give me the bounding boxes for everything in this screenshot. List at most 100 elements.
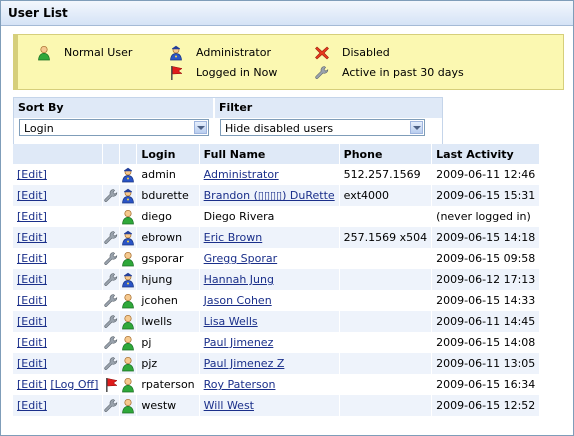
- table-row: [Edit] lwells Lisa Wells 2009-06-11 14:45: [13, 311, 541, 332]
- legend-logged-in-label: Logged in Now: [196, 66, 278, 79]
- edit-link[interactable]: [Edit]: [17, 210, 47, 223]
- row-full-name: Paul Jimenez Z: [199, 353, 340, 374]
- row-role-icon: [119, 227, 138, 248]
- log-off-link[interactable]: [Log Off]: [50, 378, 98, 391]
- wrench-icon: [104, 398, 118, 412]
- users-table: Login Full Name Phone Last Activity [Edi…: [13, 144, 541, 416]
- user-name-link[interactable]: Jason Cohen: [204, 294, 272, 307]
- row-actions: [Edit]: [13, 332, 104, 353]
- row-phone: [339, 395, 433, 416]
- row-role-icon: [119, 185, 138, 206]
- user-name-link[interactable]: Paul Jimenez: [204, 336, 274, 349]
- row-login: jcohen: [136, 290, 200, 311]
- user-name-link[interactable]: Brandon (▯▯▯▯) DuRette: [204, 189, 335, 202]
- sort-by-label: Sort By: [14, 98, 213, 118]
- row-actions: [Edit]: [13, 185, 104, 206]
- row-login: rpaterson: [136, 374, 200, 395]
- row-login: diego: [136, 206, 200, 227]
- normal-user-icon: [122, 293, 135, 308]
- table-row: [Edit] hjung Hannah Jung 2009-06-12 17:13: [13, 269, 541, 290]
- chevron-down-icon[interactable]: [410, 121, 423, 134]
- table-row: [Edit] jcohen Jason Cohen 2009-06-15 14:33: [13, 290, 541, 311]
- row-full-name: Eric Brown: [199, 227, 340, 248]
- user-name-link[interactable]: Hannah Jung: [204, 273, 274, 286]
- normal-user-icon: [122, 251, 135, 266]
- table-row: [Edit] [Log Off] rpaterson Roy Paterson 200…: [13, 374, 541, 395]
- row-role-icon: [119, 374, 138, 395]
- row-status-icon: [102, 206, 121, 227]
- row-phone: [339, 290, 433, 311]
- row-last-activity: 2009-06-15 12:52: [431, 395, 541, 416]
- row-last-activity: 2009-06-15 14:08: [431, 332, 541, 353]
- row-login: pjz: [136, 353, 200, 374]
- sort-filter-bar: Sort By Filter Login Hide disabled users: [13, 97, 443, 145]
- row-status-icon: [102, 290, 121, 311]
- admin-user-icon: [122, 272, 135, 287]
- row-role-icon: [119, 332, 138, 353]
- legend-disabled-label: Disabled: [342, 46, 390, 59]
- row-login: bdurette: [136, 185, 200, 206]
- row-phone: [339, 311, 433, 332]
- admin-user-icon: [168, 45, 184, 61]
- edit-link[interactable]: [Edit]: [17, 231, 47, 244]
- edit-link[interactable]: [Edit]: [17, 357, 47, 370]
- row-phone: [339, 248, 433, 269]
- table-row: [Edit] admin Administrator 512.257.1569 2009…: [13, 164, 541, 185]
- user-name-link[interactable]: Roy Paterson: [204, 378, 276, 391]
- user-name-link[interactable]: Gregg Sporar: [204, 252, 278, 265]
- legend-administrator-label: Administrator: [196, 46, 271, 59]
- row-full-name: Jason Cohen: [199, 290, 340, 311]
- row-full-name: Brandon (▯▯▯▯) DuRette: [199, 185, 340, 206]
- edit-link[interactable]: [Edit]: [17, 399, 47, 412]
- row-last-activity: 2009-06-15 15:31: [431, 185, 541, 206]
- row-phone: [339, 332, 433, 353]
- admin-user-icon: [122, 230, 135, 245]
- edit-link[interactable]: [Edit]: [17, 252, 47, 265]
- admin-user-icon: [122, 167, 135, 182]
- row-actions: [Edit]: [13, 227, 104, 248]
- table-row: [Edit] ebrown Eric Brown 257.1569 x504 2009-…: [13, 227, 541, 248]
- user-name-link[interactable]: Will West: [204, 399, 254, 412]
- edit-link[interactable]: [Edit]: [17, 189, 47, 202]
- row-login: admin: [136, 164, 200, 185]
- wrench-icon: [104, 188, 118, 202]
- row-login: westw: [136, 395, 200, 416]
- row-last-activity: 2009-06-15 16:34: [431, 374, 541, 395]
- user-name-link[interactable]: Paul Jimenez Z: [204, 357, 285, 370]
- edit-link[interactable]: [Edit]: [17, 294, 47, 307]
- user-name-link[interactable]: Administrator: [204, 168, 279, 181]
- normal-user-icon: [122, 356, 135, 371]
- table-row: [Edit] pjz Paul Jimenez Z 2009-06-11 13:05: [13, 353, 541, 374]
- row-actions: [Edit]: [13, 311, 104, 332]
- row-role-icon: [119, 311, 138, 332]
- row-login: hjung: [136, 269, 200, 290]
- edit-link[interactable]: [Edit]: [17, 315, 47, 328]
- col-last-activity: Last Activity: [431, 144, 541, 164]
- row-status-icon: [102, 227, 121, 248]
- wrench-icon: [104, 251, 118, 265]
- col-phone: Phone: [339, 144, 433, 164]
- filter-select[interactable]: Hide disabled users: [220, 119, 425, 136]
- edit-link[interactable]: [Edit]: [17, 378, 47, 391]
- row-login: pj: [136, 332, 200, 353]
- chevron-down-icon[interactable]: [194, 121, 207, 134]
- row-role-icon: [119, 353, 138, 374]
- edit-link[interactable]: [Edit]: [17, 168, 47, 181]
- sort-by-select[interactable]: Login: [19, 119, 209, 136]
- normal-user-icon: [122, 314, 135, 329]
- row-status-icon: [102, 248, 121, 269]
- wrench-icon: [104, 335, 118, 349]
- filter-label: Filter: [215, 98, 442, 118]
- normal-user-icon: [122, 377, 135, 392]
- user-name-link[interactable]: Eric Brown: [204, 231, 263, 244]
- row-actions: [Edit]: [13, 164, 104, 185]
- row-actions: [Edit]: [13, 248, 104, 269]
- legend-normal-user-label: Normal User: [64, 46, 133, 59]
- disabled-x-icon: [314, 45, 330, 61]
- edit-link[interactable]: [Edit]: [17, 273, 47, 286]
- user-name-link[interactable]: Lisa Wells: [204, 315, 258, 328]
- row-login: ebrown: [136, 227, 200, 248]
- edit-link[interactable]: [Edit]: [17, 336, 47, 349]
- normal-user-icon: [122, 398, 135, 413]
- table-row: [Edit] westw Will West 2009-06-15 12:52: [13, 395, 541, 416]
